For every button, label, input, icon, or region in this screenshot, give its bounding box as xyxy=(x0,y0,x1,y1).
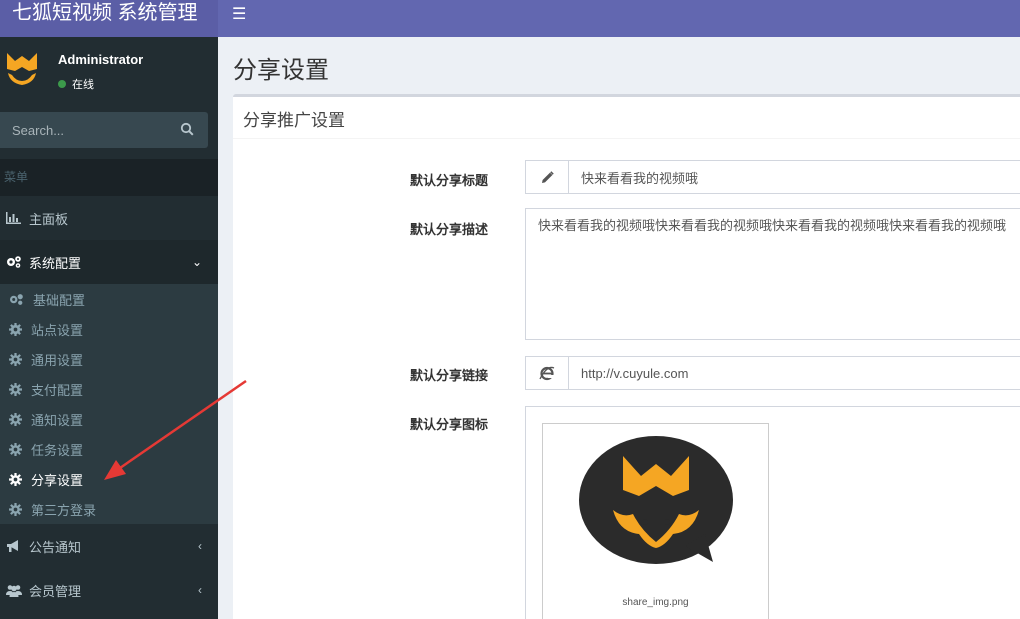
gear-icon xyxy=(9,502,22,516)
sidebar-item-label: 会员管理 xyxy=(29,583,82,599)
submenu-item-third-party-login[interactable]: 第三方登录 xyxy=(0,494,218,524)
user-status-text: 在线 xyxy=(72,79,94,91)
gear-icon xyxy=(9,472,22,486)
chevron-left-icon: ‹ xyxy=(198,583,202,597)
share-link-input[interactable] xyxy=(569,357,1020,389)
share-image-thumbnail[interactable]: share_img.png xyxy=(542,423,769,619)
submenu-item-label: 任务设置 xyxy=(31,442,84,458)
gear-icon xyxy=(9,322,22,336)
share-title-input[interactable] xyxy=(569,161,1020,193)
submenu-item-payment-config[interactable]: 支付配置 xyxy=(0,374,218,404)
share-icon-upload[interactable]: share_img.png xyxy=(525,406,1020,619)
submenu-item-general-settings[interactable]: 通用设置 xyxy=(0,344,218,374)
search-input[interactable] xyxy=(0,112,170,148)
bar-chart-icon xyxy=(6,212,22,224)
submenu-item-task-settings[interactable]: 任务设置 xyxy=(0,434,218,464)
page-title: 分享设置 xyxy=(233,57,329,84)
submenu-item-label: 分享设置 xyxy=(31,472,84,488)
hamburger-menu-icon[interactable]: ☰ xyxy=(232,4,246,24)
fox-logo-avatar xyxy=(7,53,37,85)
submenu-item-label: 通知设置 xyxy=(31,412,84,428)
chevron-left-icon: ‹ xyxy=(198,539,202,553)
users-icon xyxy=(6,584,22,597)
gear-icon xyxy=(9,412,22,426)
chevron-down-icon: ⌄ xyxy=(191,255,202,269)
sidebar-item-label: 主面板 xyxy=(29,211,69,227)
submenu-item-basic-config[interactable]: 基础配置 xyxy=(0,284,218,314)
share-icon-label: 默认分享图标 xyxy=(410,417,489,432)
gears-icon xyxy=(9,293,24,306)
user-status: 在线 xyxy=(58,76,94,92)
sidebar-item-member[interactable]: 会员管理 ‹ xyxy=(0,568,218,612)
share-link-group xyxy=(525,356,1020,390)
pencil-icon xyxy=(526,161,569,193)
submenu-item-site-settings[interactable]: 站点设置 xyxy=(0,314,218,344)
share-desc-textarea[interactable]: 快来看看我的视频哦快来看看我的视频哦快来看看我的视频哦快来看看我的视频哦 xyxy=(525,208,1020,340)
box-divider xyxy=(233,138,1020,139)
gear-icon xyxy=(9,352,22,366)
gear-icon xyxy=(9,442,22,456)
box-title: 分享推广设置 xyxy=(243,111,345,130)
top-navbar: ☰ xyxy=(218,0,1020,37)
app-title: 七狐短视频 系统管理 xyxy=(0,0,218,37)
thumbnail-filename: share_img.png xyxy=(622,597,689,608)
gears-icon xyxy=(6,255,22,269)
fox-logo-icon xyxy=(579,436,733,564)
submenu-item-label: 站点设置 xyxy=(31,322,84,338)
system-config-submenu: 基础配置 站点设置 通用设置 支付配置 通知设置 任务设置 分享设置 第三方登录 xyxy=(0,284,218,524)
sidebar-item-system-config[interactable]: 系统配置 ⌄ xyxy=(0,240,218,284)
share-desc-label: 默认分享描述 xyxy=(410,222,489,237)
sidebar-item-label: 公告通知 xyxy=(29,539,82,555)
user-name: Administrator xyxy=(58,52,144,67)
sidebar-item-notice[interactable]: 公告通知 ‹ xyxy=(0,524,218,568)
bullhorn-icon xyxy=(6,539,22,553)
sidebar-item-dashboard[interactable]: 主面板 xyxy=(0,196,218,240)
submenu-item-notification-settings[interactable]: 通知设置 xyxy=(0,404,218,434)
share-link-label: 默认分享链接 xyxy=(410,368,489,383)
user-panel: Administrator 在线 xyxy=(0,37,218,103)
submenu-item-share-settings[interactable]: 分享设置 xyxy=(0,464,218,494)
gear-icon xyxy=(9,382,22,396)
menu-header: 菜单 xyxy=(0,159,218,196)
internet-explorer-icon xyxy=(526,357,569,389)
online-dot-icon xyxy=(58,80,66,89)
submenu-item-label: 通用设置 xyxy=(31,352,84,368)
share-title-label: 默认分享标题 xyxy=(410,173,489,188)
search-icon[interactable] xyxy=(180,122,194,136)
sidebar: Administrator 在线 菜单 主面板 系统配置 ⌄ 基础配置 站点设置 xyxy=(0,37,218,619)
settings-box: 分享推广设置 默认分享标题 默认分享描述 快来看看我的视频哦快来看看我的视频哦快… xyxy=(233,94,1020,619)
submenu-item-label: 支付配置 xyxy=(31,382,84,398)
sidebar-search xyxy=(0,112,208,148)
submenu-item-label: 基础配置 xyxy=(33,292,86,308)
sidebar-item-label: 系统配置 xyxy=(29,255,82,271)
submenu-item-label: 第三方登录 xyxy=(31,502,97,518)
share-title-group xyxy=(525,160,1020,194)
